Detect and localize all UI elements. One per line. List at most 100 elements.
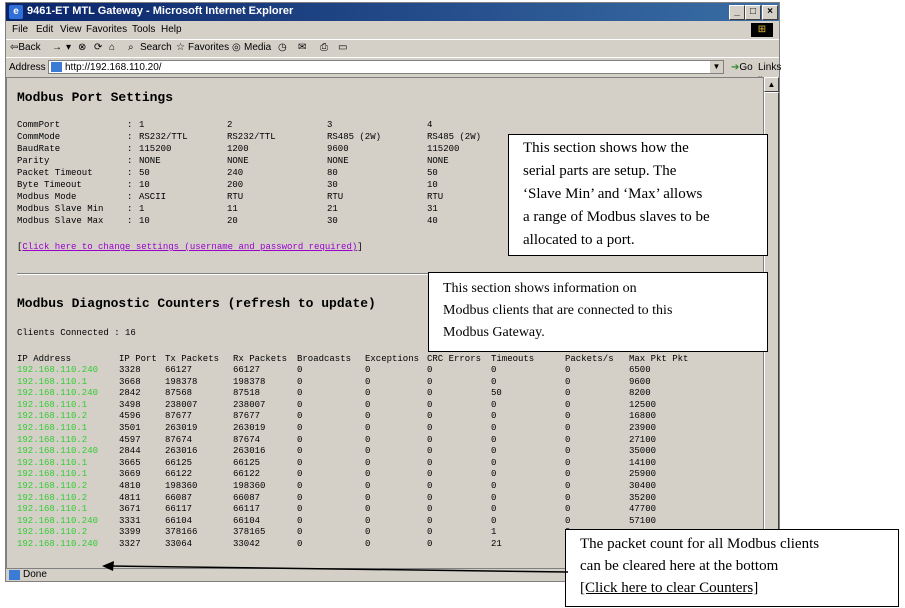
table-cell: 87568 — [165, 388, 193, 399]
table-cell: 263016 — [165, 446, 198, 457]
column-header: CRC Errors — [427, 354, 482, 364]
table-cell: 0 — [565, 481, 571, 491]
table-cell: 0 — [297, 411, 303, 422]
table-cell: 0 — [427, 527, 433, 538]
client-ip: 192.168.110.240 — [17, 515, 99, 526]
menu-tools[interactable]: Tools — [132, 24, 155, 35]
table-cell: 0 — [297, 446, 303, 457]
port-setting-colon: : — [127, 132, 133, 142]
port-setting-value: RS485 (2W) — [327, 132, 382, 142]
forward-button[interactable]: → — [52, 42, 62, 53]
table-cell: 23900 — [629, 423, 657, 433]
table-cell: 0 — [427, 376, 433, 387]
ie-logo-icon: e — [9, 5, 23, 19]
table-cell: 0 — [297, 365, 303, 375]
table-cell: 35200 — [629, 492, 657, 503]
table-cell: 0 — [297, 423, 303, 433]
scroll-up-icon[interactable]: ▲ — [764, 77, 779, 92]
history-icon[interactable]: ◷ — [278, 42, 287, 53]
port-setting-colon: : — [127, 144, 133, 154]
table-cell: 0 — [365, 365, 371, 375]
edit-icon[interactable]: ▭ — [338, 42, 347, 53]
home-icon[interactable]: ⌂ — [109, 42, 115, 53]
menu-file[interactable]: File — [12, 24, 28, 35]
table-cell: 0 — [427, 446, 433, 457]
menu-view[interactable]: View — [60, 24, 82, 35]
table-cell: 0 — [565, 446, 571, 457]
dropdown-icon[interactable]: ▾ — [66, 42, 71, 53]
table-cell: 0 — [365, 539, 371, 549]
table-cell: 0 — [365, 515, 371, 526]
table-cell: 47700 — [629, 504, 657, 515]
table-cell: 0 — [365, 399, 371, 410]
favorites-button[interactable]: Favorites — [188, 42, 229, 53]
table-cell: 0 — [565, 388, 571, 399]
table-cell: 66122 — [233, 469, 261, 480]
table-cell: 0 — [427, 399, 433, 410]
table-cell: 2844 — [119, 446, 141, 457]
port-setting-value: 9600 — [327, 144, 349, 154]
table-cell: 0 — [297, 515, 303, 526]
port-setting-value: 3 — [327, 120, 333, 130]
search-button[interactable]: Search — [140, 42, 172, 53]
port-setting-colon: : — [127, 216, 133, 226]
port-setting-value: 21 — [327, 204, 338, 214]
port-setting-value: 200 — [227, 180, 244, 190]
column-header: Tx Packets — [165, 354, 220, 364]
chevron-down-icon[interactable]: ▼ — [710, 61, 723, 73]
table-cell: 3671 — [119, 504, 141, 515]
port-setting-value: ASCII — [139, 192, 167, 202]
table-cell: 0 — [297, 434, 303, 445]
refresh-icon[interactable]: ⟳ — [94, 42, 102, 53]
menu-help[interactable]: Help — [161, 24, 182, 35]
table-cell: 378166 — [165, 527, 198, 538]
table-cell: 0 — [491, 376, 497, 387]
table-cell: 0 — [427, 411, 433, 422]
menu-favorites[interactable]: Favorites — [86, 24, 127, 35]
print-icon[interactable]: ⎙ — [320, 42, 328, 53]
close-button[interactable]: × — [762, 5, 778, 20]
table-cell: 0 — [297, 457, 303, 468]
mail-icon[interactable]: ✉ — [298, 42, 306, 53]
client-ip: 192.168.110.1 — [17, 469, 88, 480]
port-settings-title: Modbus Port Settings — [17, 90, 174, 105]
back-button[interactable]: ⇦Back — [10, 42, 41, 53]
port-setting-colon: : — [127, 120, 133, 130]
table-cell: 0 — [491, 515, 497, 526]
go-button[interactable]: ➔Go — [731, 62, 753, 73]
table-cell: 0 — [565, 365, 571, 375]
table-cell: 30400 — [629, 481, 657, 491]
client-ip: 192.168.110.2 — [17, 434, 88, 445]
table-cell: 4811 — [119, 492, 141, 503]
address-input[interactable]: http://192.168.110.20/ ▼ — [48, 60, 724, 74]
client-ip: 192.168.110.2 — [17, 481, 88, 491]
table-cell: 6500 — [629, 365, 651, 375]
port-setting-value: NONE — [227, 156, 249, 166]
table-cell: 0 — [297, 399, 303, 410]
client-ip: 192.168.110.240 — [17, 365, 99, 375]
port-setting-value: 10 — [139, 216, 150, 226]
table-cell: 87677 — [233, 411, 261, 422]
table-cell: 0 — [365, 504, 371, 515]
table-cell: 263016 — [233, 446, 266, 457]
maximize-button[interactable]: □ — [745, 5, 761, 20]
minimize-button[interactable]: _ — [729, 5, 745, 20]
stop-icon[interactable]: ⊗ — [78, 42, 86, 53]
table-cell: 14100 — [629, 457, 657, 468]
change-settings-link[interactable]: Click here to change settings (username … — [22, 242, 357, 252]
table-cell: 0 — [297, 539, 303, 549]
table-cell: 4597 — [119, 434, 141, 445]
table-cell: 0 — [427, 388, 433, 399]
table-cell: 2842 — [119, 388, 141, 399]
table-cell: 263019 — [165, 423, 198, 433]
menu-edit[interactable]: Edit — [36, 24, 53, 35]
client-ip: 192.168.110.2 — [17, 527, 88, 538]
table-cell: 3501 — [119, 423, 141, 433]
table-cell: 0 — [491, 457, 497, 468]
table-cell: 3328 — [119, 365, 141, 375]
port-setting-value: 30 — [327, 180, 338, 190]
table-cell: 0 — [427, 504, 433, 515]
table-cell: 33042 — [233, 539, 261, 549]
column-header: IP Port — [119, 354, 157, 364]
media-button[interactable]: Media — [244, 42, 271, 53]
